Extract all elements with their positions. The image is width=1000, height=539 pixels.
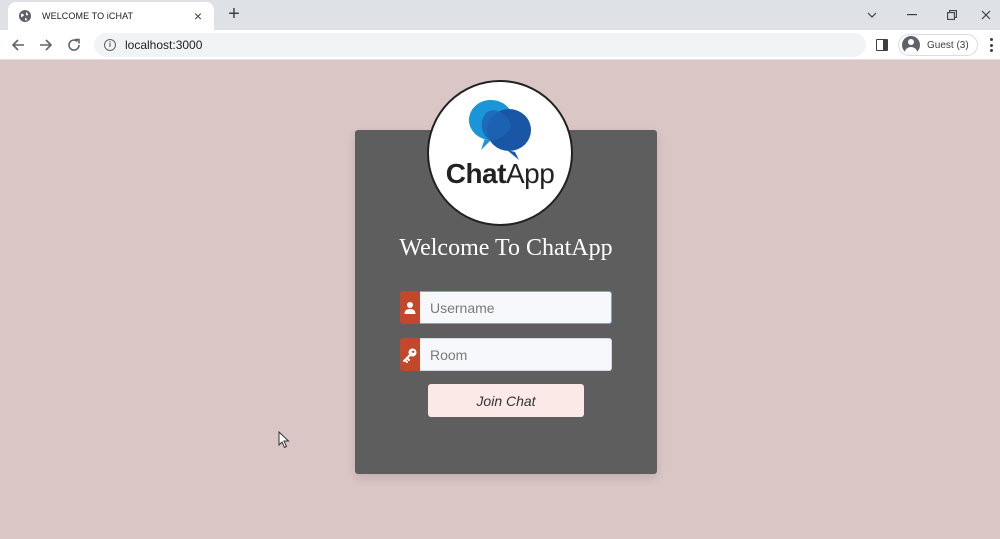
browser-toolbar: i localhost:3000 Guest (3) bbox=[0, 30, 1000, 60]
page-title: Welcome To ChatApp bbox=[399, 235, 613, 261]
new-tab-button[interactable]: + bbox=[224, 4, 244, 25]
browser-tabstrip: WELCOME TO iCHAT × + bbox=[0, 0, 1000, 30]
arrow-left-icon[interactable] bbox=[8, 35, 28, 55]
key-icon bbox=[400, 338, 420, 371]
user-icon bbox=[400, 291, 420, 324]
minimize-icon[interactable] bbox=[892, 0, 932, 30]
logo-text: ChatApp bbox=[429, 158, 571, 190]
room-input[interactable] bbox=[420, 338, 612, 371]
close-window-icon[interactable] bbox=[966, 0, 1000, 30]
mouse-cursor-icon bbox=[278, 431, 290, 449]
chat-bubbles-icon bbox=[469, 100, 531, 160]
side-panel-icon[interactable] bbox=[876, 39, 888, 51]
tab-title: WELCOME TO iCHAT bbox=[42, 11, 134, 21]
username-input[interactable] bbox=[420, 291, 612, 324]
username-field bbox=[400, 291, 612, 324]
reload-icon[interactable] bbox=[64, 35, 84, 55]
tab-search-icon[interactable] bbox=[852, 0, 892, 30]
browser-tab[interactable]: WELCOME TO iCHAT × bbox=[8, 2, 214, 30]
room-field bbox=[400, 338, 612, 371]
globe-icon bbox=[18, 9, 32, 23]
profile-button[interactable]: Guest (3) bbox=[898, 34, 978, 56]
chatapp-logo: ChatApp bbox=[427, 80, 573, 226]
profile-label: Guest (3) bbox=[927, 39, 969, 51]
tab-close-icon[interactable]: × bbox=[190, 8, 206, 24]
info-icon[interactable]: i bbox=[104, 39, 116, 51]
arrow-right-icon[interactable] bbox=[36, 35, 56, 55]
logo-text-bold: Chat bbox=[445, 158, 507, 189]
address-bar[interactable]: i localhost:3000 bbox=[94, 33, 866, 57]
kebab-menu-icon[interactable] bbox=[988, 38, 994, 52]
address-url: localhost:3000 bbox=[125, 38, 203, 52]
avatar-icon bbox=[902, 36, 920, 54]
join-chat-button[interactable]: Join Chat bbox=[428, 384, 584, 417]
logo-text-regular: App bbox=[505, 158, 555, 189]
